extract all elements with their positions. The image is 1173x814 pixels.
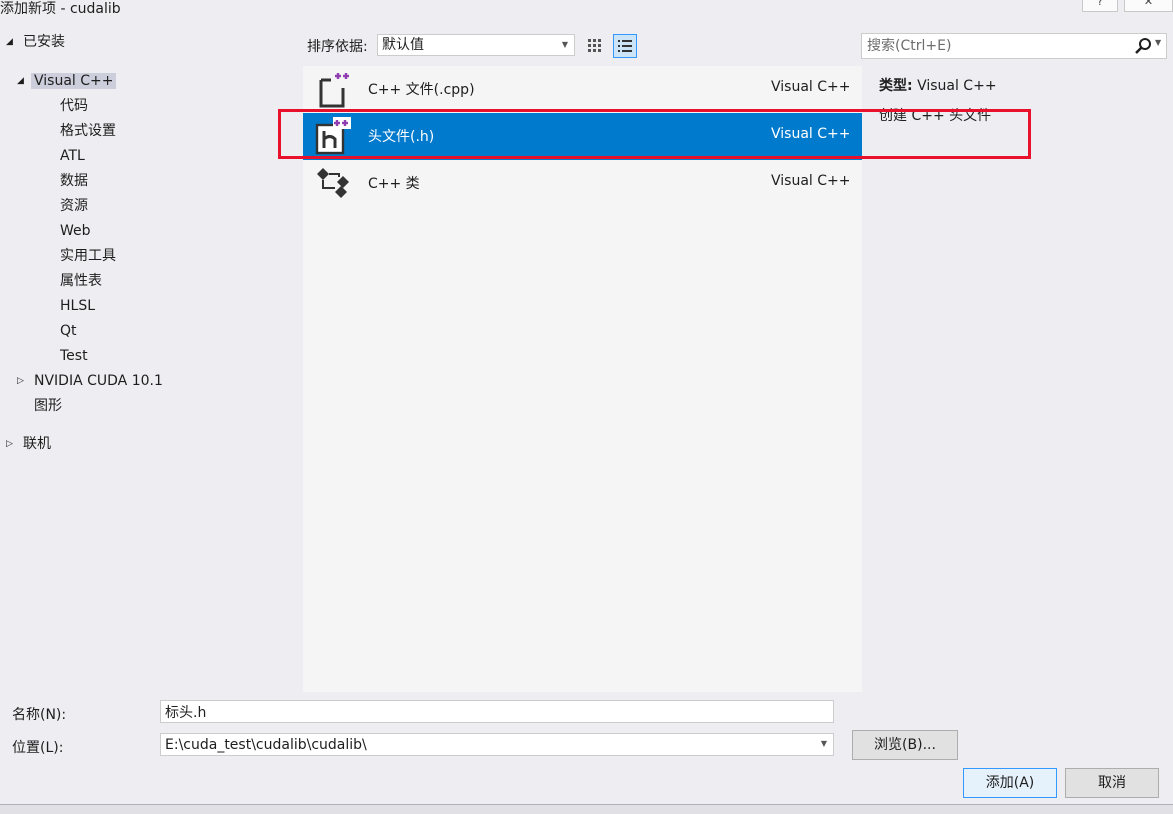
list-view-button[interactable] — [613, 34, 637, 58]
tree-item-label: ATL — [60, 148, 85, 164]
chevron-down-icon[interactable]: ▼ — [1155, 38, 1161, 47]
browse-button[interactable]: 浏览(B)... — [852, 730, 958, 760]
tree-item-label: 数据 — [60, 173, 88, 189]
grid-view-button[interactable] — [583, 34, 607, 58]
tree-item-installed[interactable]: ◢ 已安装 — [6, 31, 68, 53]
tree-item-code[interactable]: 代码 — [57, 95, 91, 117]
tree-item-label: 实用工具 — [60, 248, 116, 264]
details-type-value: Visual C++ — [917, 78, 997, 94]
location-label: 位置(L): — [12, 740, 64, 756]
template-type: Visual C++ — [771, 173, 851, 189]
template-item-header-file[interactable]: 头文件(.h) Visual C++ — [303, 113, 862, 160]
tree-item-hlsl[interactable]: HLSL — [57, 295, 98, 317]
tree-item-label: 资源 — [60, 198, 88, 214]
template-name: C++ 文件(.cpp) — [368, 82, 475, 98]
sort-value: 默认值 — [382, 37, 424, 53]
tree-item-visual-cpp[interactable]: ◢ Visual C++ — [17, 70, 117, 92]
tree-item-resources[interactable]: 资源 — [57, 195, 91, 217]
search-icon[interactable] — [1134, 37, 1152, 55]
sort-select[interactable]: 默认值 ▼ — [377, 34, 575, 56]
tree-item-label: HLSL — [60, 298, 96, 314]
cpp-class-icon — [317, 168, 349, 198]
details-type: 类型: Visual C++ — [879, 75, 1169, 95]
template-name: C++ 类 — [368, 176, 420, 192]
taskbar-strip — [0, 804, 1173, 814]
tree-item-online[interactable]: ▷ 联机 — [6, 433, 54, 455]
location-field[interactable]: ▼ — [160, 733, 834, 756]
help-button[interactable]: ? — [1082, 0, 1118, 12]
details-description: 创建 C++ 头文件 — [879, 108, 992, 124]
tree-item-formatting[interactable]: 格式设置 — [57, 120, 119, 142]
tree-item-label: Test — [60, 348, 88, 364]
sort-label: 排序依据: — [307, 39, 368, 55]
tree-item-label: 图形 — [34, 398, 62, 414]
tree-item-label: NVIDIA CUDA 10.1 — [34, 373, 163, 389]
name-label: 名称(N): — [12, 707, 67, 723]
tree-item-label: Visual C++ — [31, 73, 117, 89]
tree-item-test[interactable]: Test — [57, 345, 91, 367]
chevron-down-icon: ▼ — [561, 40, 568, 49]
tree-item-label: 属性表 — [60, 273, 102, 289]
window-title: 添加新项 - cudalib — [0, 1, 121, 17]
header-file-icon — [315, 117, 351, 155]
tree-item-label: Web — [60, 223, 91, 239]
tree-item-property-sheets[interactable]: 属性表 — [57, 270, 105, 292]
details-pane: 类型: Visual C++ 创建 C++ 头文件 — [879, 75, 1169, 125]
template-item-cpp-class[interactable]: C++ 类 Visual C++ — [303, 160, 862, 207]
expanded-arrow-icon[interactable]: ◢ — [17, 70, 31, 92]
tree-item-label: 已安装 — [23, 34, 65, 50]
name-input[interactable] — [161, 701, 833, 722]
add-button[interactable]: 添加(A) — [963, 768, 1057, 798]
details-type-label: 类型: — [879, 78, 913, 94]
search-box: ▼ — [861, 33, 1167, 59]
tree-item-web[interactable]: Web — [57, 220, 94, 242]
search-input[interactable] — [862, 34, 1122, 58]
bottom-form: 名称(N): 位置(L): ▼ 浏览(B)... 添加(A) 取消 — [0, 692, 1173, 804]
list-view-icon — [618, 40, 632, 52]
template-item-cpp-file[interactable]: C++ 文件(.cpp) Visual C++ — [303, 66, 862, 113]
help-icon: ? — [1097, 0, 1103, 8]
template-name: 头文件(.h) — [368, 129, 435, 145]
collapsed-arrow-icon[interactable]: ▷ — [17, 370, 31, 392]
template-list: C++ 文件(.cpp) Visual C++ 头文件(.h) Visual C… — [303, 66, 862, 692]
title-bar: 添加新项 - cudalib ? ✕ — [0, 0, 1173, 18]
tree-item-label: 代码 — [60, 98, 88, 114]
cpp-file-icon — [319, 73, 349, 108]
location-input[interactable] — [161, 734, 833, 755]
close-button[interactable]: ✕ — [1124, 0, 1173, 12]
tree-item-label: Qt — [60, 323, 77, 339]
tree-item-nvidia-cuda[interactable]: ▷ NVIDIA CUDA 10.1 — [17, 370, 166, 392]
expanded-arrow-icon[interactable]: ◢ — [6, 31, 20, 53]
tree-item-atl[interactable]: ATL — [57, 145, 88, 167]
tree-item-utilities[interactable]: 实用工具 — [57, 245, 119, 267]
tree-item-label: 联机 — [23, 436, 51, 452]
tree-item-label: 格式设置 — [60, 123, 116, 139]
chevron-down-icon[interactable]: ▼ — [821, 739, 827, 748]
grid-view-icon — [588, 39, 601, 52]
template-type: Visual C++ — [771, 79, 851, 95]
category-tree: ◢ 已安装 ◢ Visual C++ 代码 格式设置 ATL 数据 资源 Web 实… — [0, 30, 300, 690]
tree-item-qt[interactable]: Qt — [57, 320, 80, 342]
collapsed-arrow-icon[interactable]: ▷ — [6, 433, 20, 455]
close-icon: ✕ — [1143, 0, 1154, 8]
tree-item-data[interactable]: 数据 — [57, 170, 91, 192]
template-type: Visual C++ — [771, 126, 851, 142]
name-field[interactable] — [160, 700, 834, 723]
tree-item-graphics[interactable]: 图形 — [31, 395, 65, 417]
cancel-button[interactable]: 取消 — [1065, 768, 1159, 798]
